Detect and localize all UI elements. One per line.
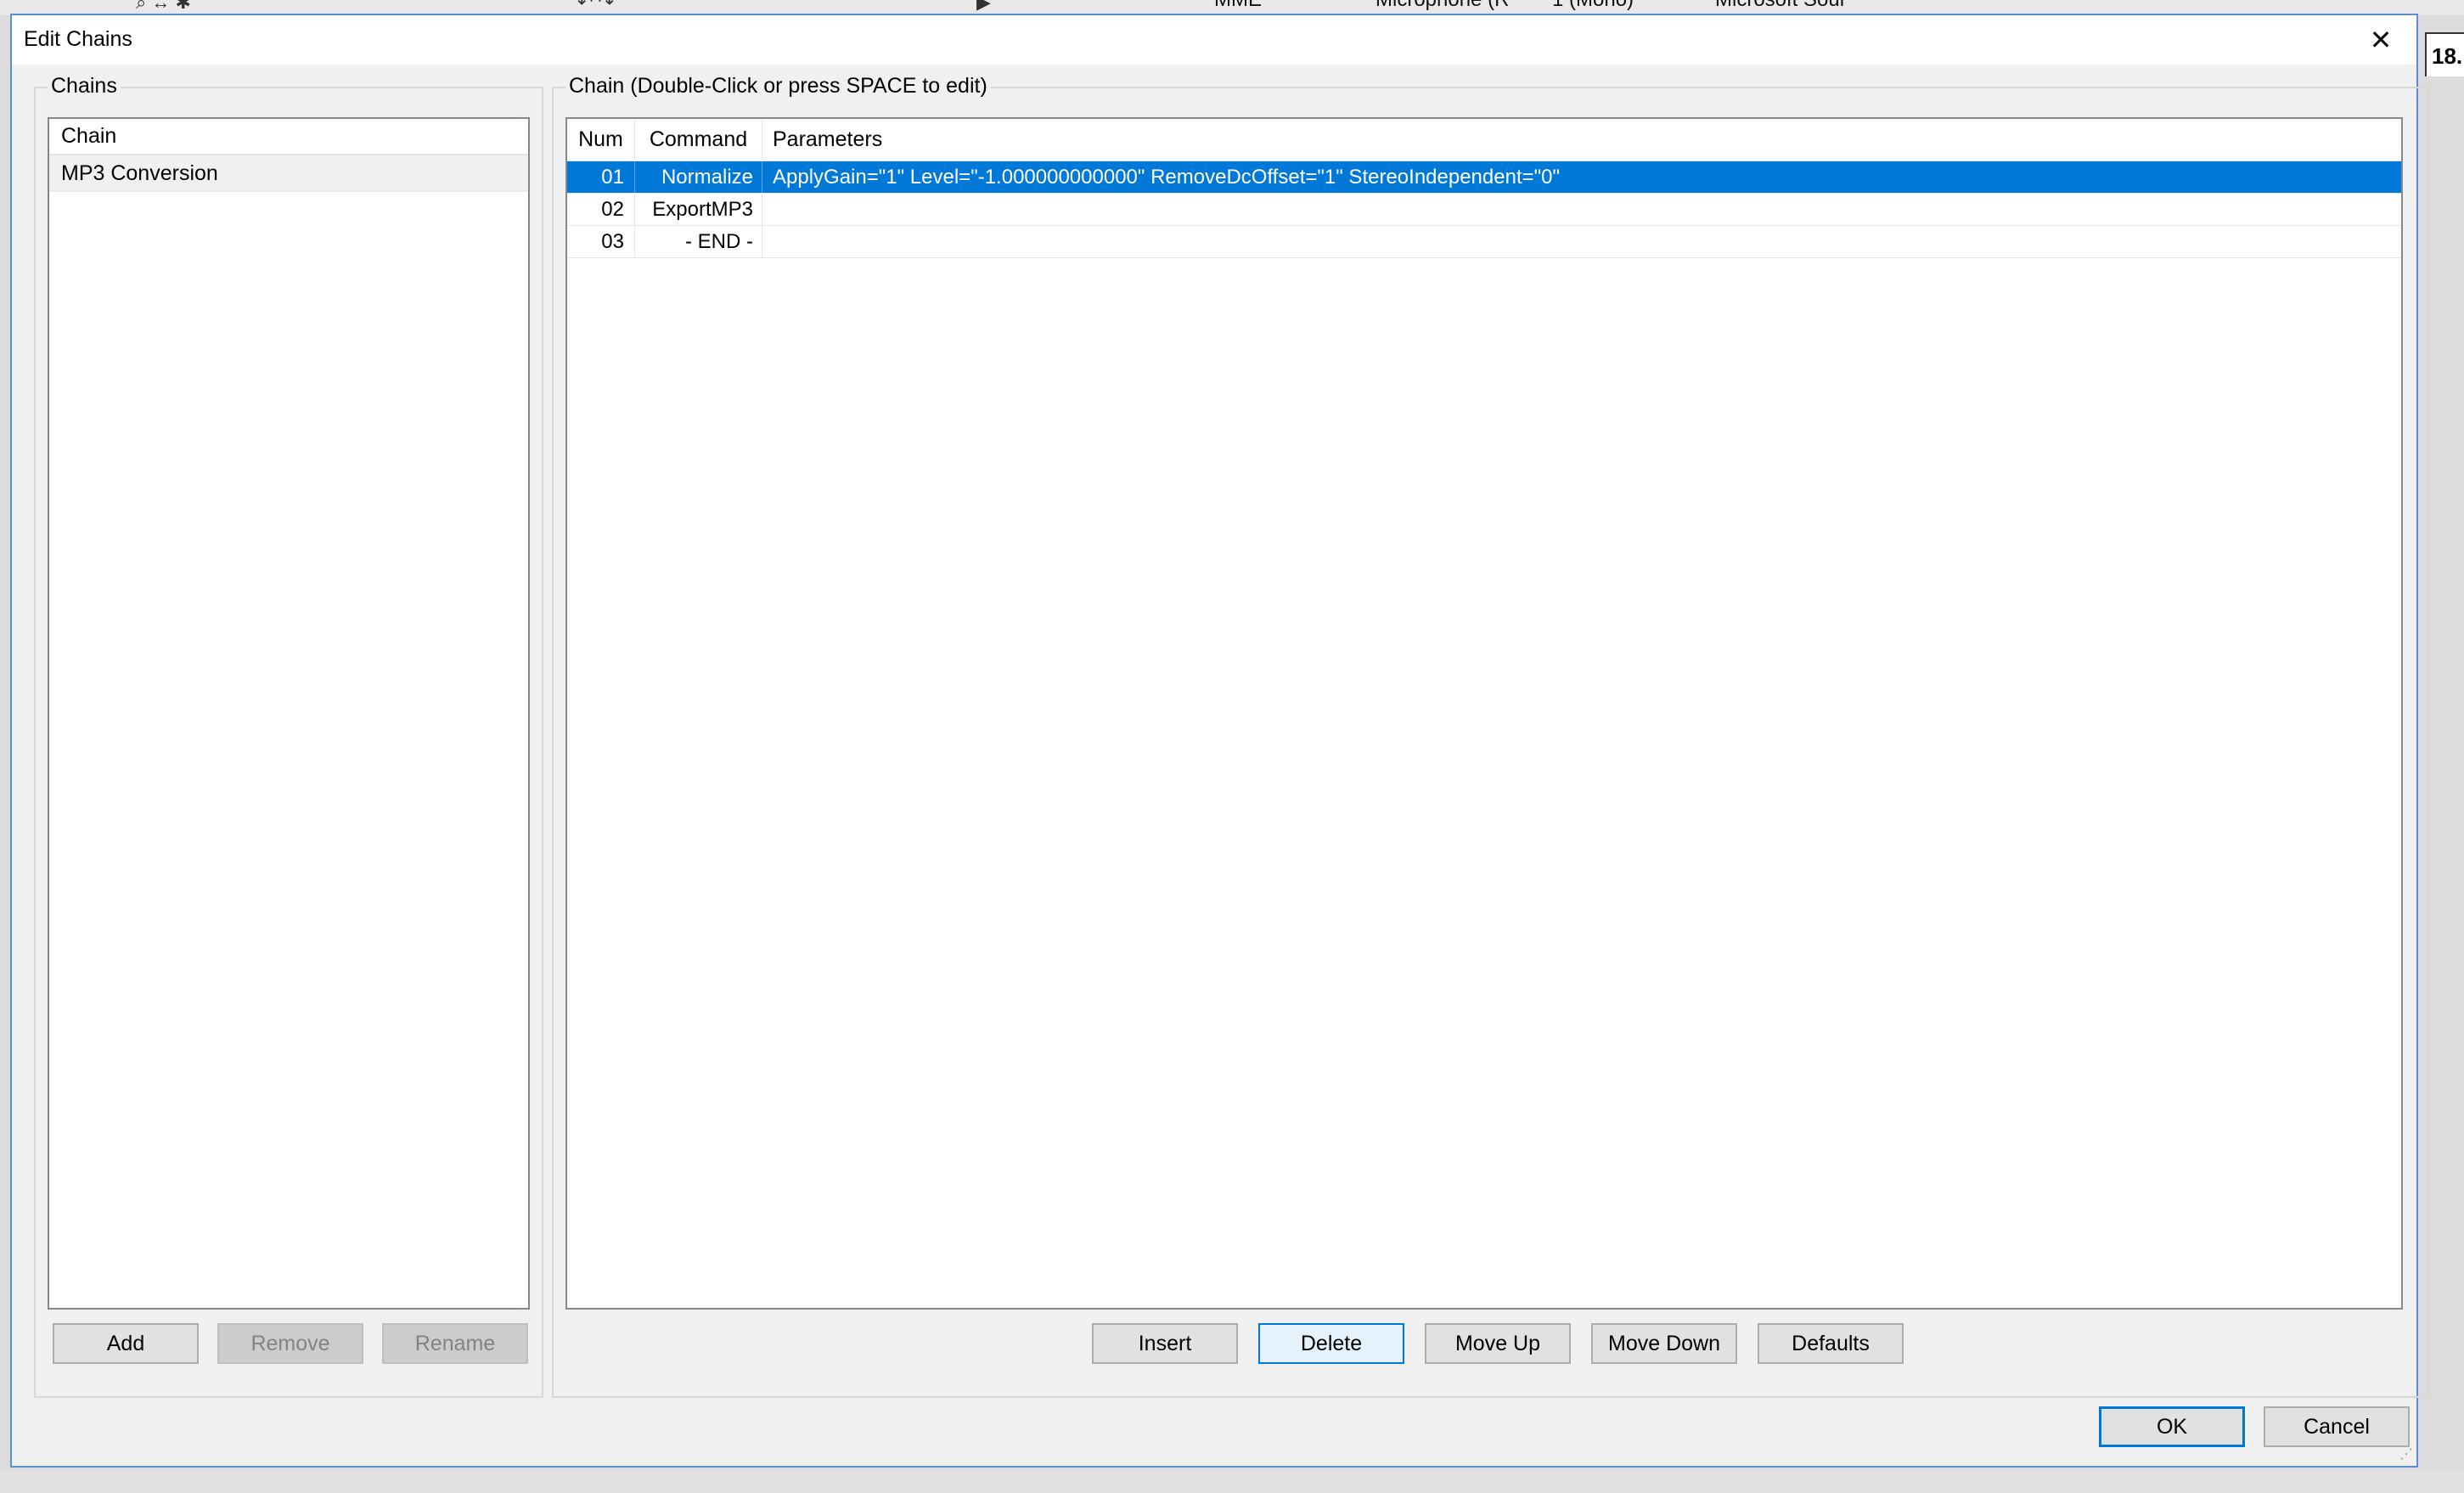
row-num: 01	[567, 161, 635, 193]
toolbar-play-icon[interactable]: ▶	[976, 0, 991, 14]
row-num: 02	[567, 194, 635, 225]
playback-device-select[interactable]: Microsoft Sour	[1715, 0, 1847, 12]
chain-group: Chain (Double-Click or press SPACE to ed…	[552, 74, 2430, 1398]
row-parameters	[762, 194, 2401, 225]
row-command: ExportMP3	[635, 194, 762, 225]
audio-host-select[interactable]: MME	[1214, 0, 1262, 12]
chain-list-item[interactable]: MP3 Conversion	[49, 155, 528, 192]
defaults-button[interactable]: Defaults	[1758, 1323, 1904, 1364]
delete-button[interactable]: Delete	[1258, 1323, 1404, 1364]
ok-button[interactable]: OK	[2099, 1406, 2245, 1447]
dialog-titlebar[interactable]: Edit Chains ✕	[12, 15, 2416, 65]
move-up-button[interactable]: Move Up	[1425, 1323, 1571, 1364]
chain-commands-table[interactable]: Num Command Parameters 01 Normalize Appl…	[565, 117, 2403, 1310]
remove-chain-button[interactable]: Remove	[217, 1323, 363, 1364]
recording-device-select[interactable]: Microphone (R	[1375, 0, 1509, 12]
table-row[interactable]: 03 - END -	[567, 226, 2401, 258]
channels-select[interactable]: 1 (Mono)	[1552, 0, 1634, 12]
column-header-parameters[interactable]: Parameters	[762, 119, 2401, 161]
close-button[interactable]: ✕	[2345, 15, 2416, 65]
close-icon: ✕	[2369, 25, 2393, 55]
chains-group-label: Chains	[48, 74, 121, 99]
column-header-command[interactable]: Command	[635, 119, 762, 161]
dialog-title: Edit Chains	[24, 27, 132, 51]
host-bottom-strip	[0, 1469, 2464, 1493]
chain-group-label: Chain (Double-Click or press SPACE to ed…	[565, 74, 991, 99]
table-header: Num Command Parameters	[567, 119, 2401, 161]
rename-chain-button[interactable]: Rename	[382, 1323, 528, 1364]
table-row[interactable]: 02 ExportMP3	[567, 194, 2401, 226]
chains-list-header[interactable]: Chain	[49, 119, 528, 155]
resize-grip-icon[interactable]: ⋰	[2399, 1445, 2413, 1462]
column-header-num[interactable]: Num	[567, 119, 635, 161]
row-command: Normalize	[635, 161, 762, 193]
edit-chains-dialog: Edit Chains ✕ Chains Chain MP3 Conversio…	[10, 14, 2430, 1468]
move-down-button[interactable]: Move Down	[1591, 1323, 1737, 1364]
row-parameters	[762, 226, 2401, 257]
toolbar-undo-redo-icon[interactable]: ↶ ↷	[577, 0, 614, 14]
host-clipped-label: 18.	[2425, 32, 2464, 76]
add-chain-button[interactable]: Add	[53, 1323, 199, 1364]
toolbar-tools-icon[interactable]: ⌕ ↔ ✱	[136, 0, 191, 14]
table-row[interactable]: 01 Normalize ApplyGain="1" Level="-1.000…	[567, 161, 2401, 194]
chains-group: Chains Chain MP3 Conversion Add Remove R…	[34, 74, 543, 1398]
chains-list[interactable]: Chain MP3 Conversion	[48, 117, 530, 1310]
row-command: - END -	[635, 226, 762, 257]
row-num: 03	[567, 226, 635, 257]
row-parameters: ApplyGain="1" Level="-1.000000000000" Re…	[773, 165, 1561, 189]
insert-button[interactable]: Insert	[1092, 1323, 1238, 1364]
cancel-button[interactable]: Cancel	[2264, 1406, 2410, 1447]
